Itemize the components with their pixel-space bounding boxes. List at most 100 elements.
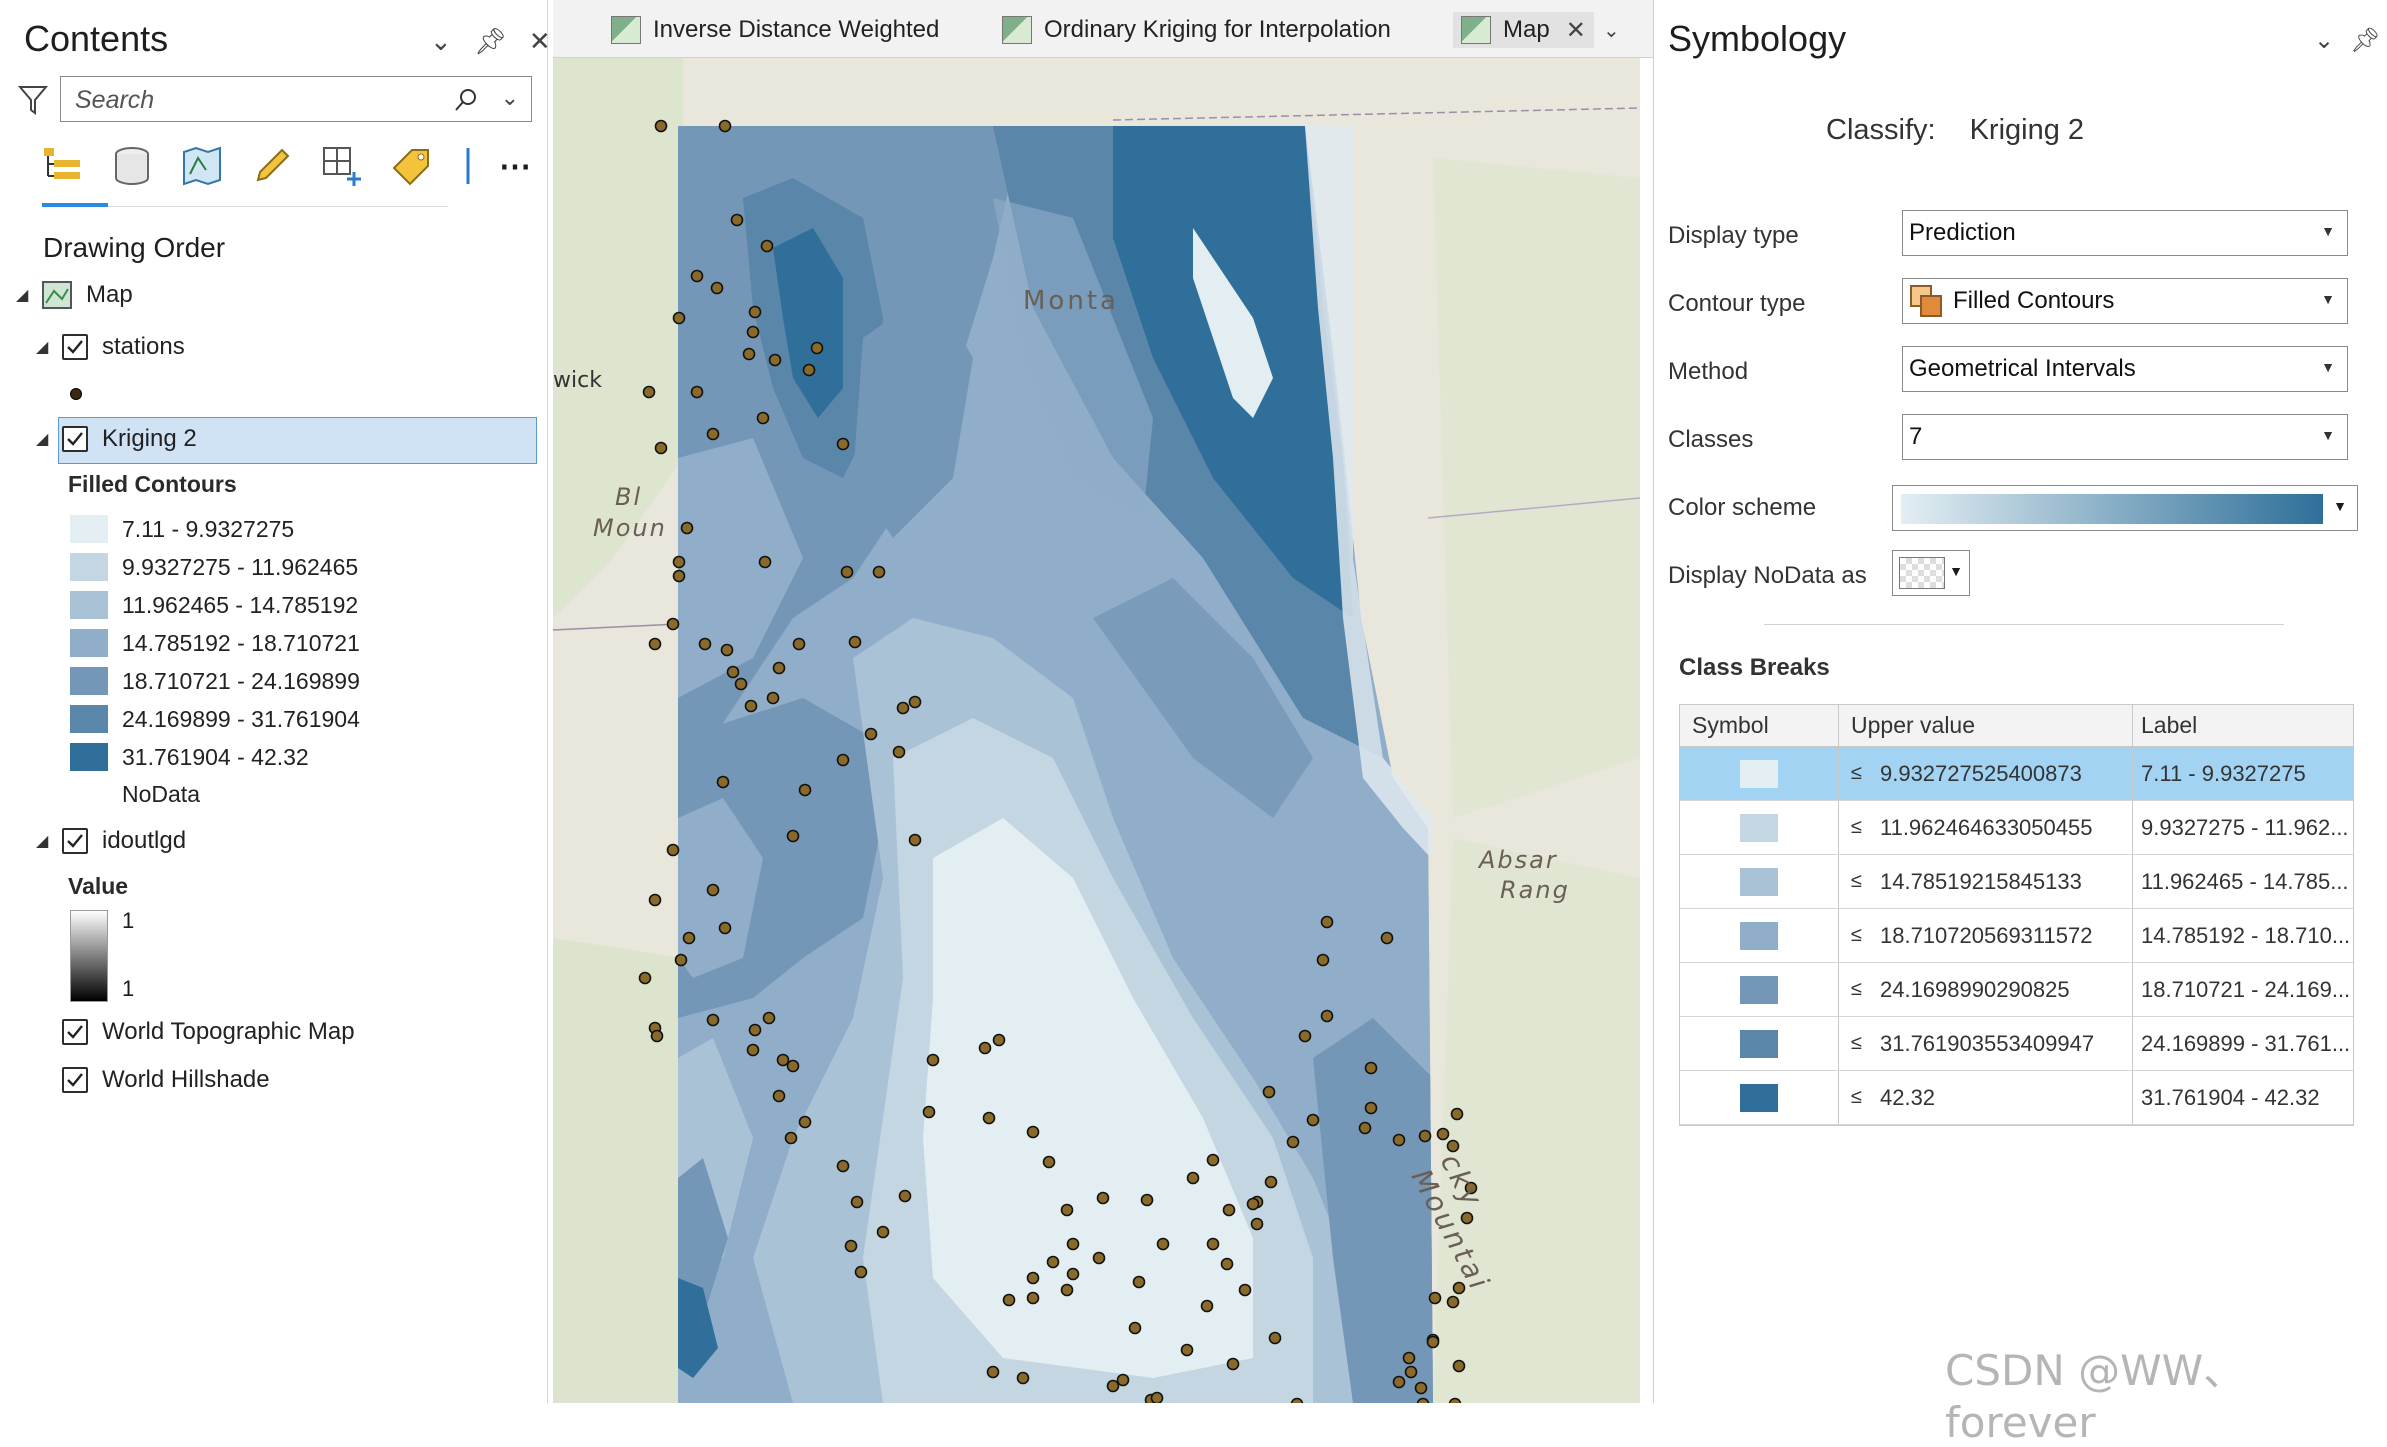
- station-point[interactable]: [756, 411, 770, 425]
- station-point[interactable]: [786, 1059, 800, 1073]
- list-by-selection-icon[interactable]: [180, 144, 224, 188]
- station-point[interactable]: [792, 637, 806, 651]
- station-point[interactable]: [706, 427, 720, 441]
- table-row[interactable]: ≤11.962464633050455 9.9327275 - 11.962...: [1680, 801, 2353, 855]
- station-point[interactable]: [836, 753, 850, 767]
- legend-row[interactable]: 9.9327275 - 11.962465: [70, 553, 358, 581]
- map-view[interactable]: Monta wick Bl Moun Absar Rang cky Mounta…: [553, 58, 1640, 1403]
- legend-row[interactable]: 7.11 - 9.9327275: [70, 515, 294, 543]
- upper-value-cell[interactable]: ≤31.761903553409947: [1839, 1017, 2133, 1070]
- station-point[interactable]: [672, 569, 686, 583]
- station-point[interactable]: [672, 555, 686, 569]
- station-point[interactable]: [1206, 1237, 1220, 1251]
- symbol-cell[interactable]: [1680, 909, 1839, 962]
- pin-icon[interactable]: 📌︎: [2350, 26, 2380, 55]
- station-point[interactable]: [1426, 1335, 1440, 1349]
- legend-row[interactable]: 18.710721 - 24.169899: [70, 667, 360, 695]
- station-point[interactable]: [1306, 1113, 1320, 1127]
- list-by-source-icon[interactable]: [110, 144, 154, 188]
- symbol-cell[interactable]: [1680, 1071, 1839, 1124]
- station-point[interactable]: [1180, 1343, 1194, 1357]
- station-point[interactable]: [876, 1225, 890, 1239]
- station-point[interactable]: [1320, 915, 1334, 929]
- symbol-cell[interactable]: [1680, 747, 1839, 800]
- station-point[interactable]: [1066, 1267, 1080, 1281]
- upper-value-column-header[interactable]: Upper value: [1839, 705, 2133, 746]
- label-cell[interactable]: 9.9327275 - 11.962...: [2133, 801, 2353, 854]
- list-by-snapping-icon[interactable]: [320, 144, 364, 188]
- station-point[interactable]: [648, 893, 662, 907]
- station-point[interactable]: [982, 1111, 996, 1125]
- station-point[interactable]: [718, 119, 732, 133]
- list-by-labeling-icon[interactable]: [390, 144, 434, 188]
- legend-swatch[interactable]: [70, 743, 108, 771]
- station-point[interactable]: [1042, 1155, 1056, 1169]
- tree-item-idoutlgd[interactable]: ◢ idoutlgd: [36, 827, 186, 855]
- station-point[interactable]: [1446, 1295, 1460, 1309]
- kriging-visibility-checkbox[interactable]: [62, 426, 88, 452]
- station-point[interactable]: [762, 1011, 776, 1025]
- station-point[interactable]: [666, 617, 680, 631]
- station-point[interactable]: [1448, 1397, 1462, 1404]
- station-point[interactable]: [698, 637, 712, 651]
- station-point[interactable]: [1096, 1191, 1110, 1205]
- stations-visibility-checkbox[interactable]: [62, 334, 88, 360]
- station-point[interactable]: [836, 437, 850, 451]
- symbol-cell[interactable]: [1680, 801, 1839, 854]
- upper-value-cell[interactable]: ≤42.32: [1839, 1071, 2133, 1124]
- station-point[interactable]: [1060, 1283, 1074, 1297]
- station-point[interactable]: [720, 643, 734, 657]
- legend-row[interactable]: 11.962465 - 14.785192: [70, 591, 358, 619]
- station-point[interactable]: [648, 637, 662, 651]
- station-point[interactable]: [844, 1239, 858, 1253]
- idoutlgd-visibility-checkbox[interactable]: [62, 828, 88, 854]
- legend-swatch[interactable]: [70, 591, 108, 619]
- station-point[interactable]: [784, 1131, 798, 1145]
- station-point[interactable]: [992, 1033, 1006, 1047]
- label-cell[interactable]: 31.761904 - 42.32: [2133, 1071, 2353, 1124]
- station-point[interactable]: [1150, 1391, 1164, 1404]
- station-point[interactable]: [690, 385, 704, 399]
- station-point[interactable]: [1320, 1009, 1334, 1023]
- upper-value-cell[interactable]: ≤18.710720569311572: [1839, 909, 2133, 962]
- station-point[interactable]: [1428, 1291, 1442, 1305]
- station-point[interactable]: [748, 305, 762, 319]
- station-point[interactable]: [892, 745, 906, 759]
- station-point[interactable]: [690, 269, 704, 283]
- station-point[interactable]: [1092, 1251, 1106, 1265]
- station-point[interactable]: [1364, 1061, 1378, 1075]
- station-point[interactable]: [1140, 1193, 1154, 1207]
- station-point[interactable]: [1262, 1085, 1276, 1099]
- collapse-triangle-icon[interactable]: ◢: [16, 285, 42, 305]
- table-row[interactable]: ≤14.78519215845133 11.962465 - 14.785...: [1680, 855, 2353, 909]
- station-point[interactable]: [718, 921, 732, 935]
- station-point[interactable]: [854, 1265, 868, 1279]
- station-point[interactable]: [726, 665, 740, 679]
- upper-value-cell[interactable]: ≤9.932727525400873: [1839, 747, 2133, 800]
- legend-row[interactable]: 24.169899 - 31.761904: [70, 705, 360, 733]
- station-point[interactable]: [1156, 1237, 1170, 1251]
- station-point[interactable]: [810, 341, 824, 355]
- label-cell[interactable]: 18.710721 - 24.169...: [2133, 963, 2353, 1016]
- station-point[interactable]: [642, 385, 656, 399]
- chevron-down-icon[interactable]: ⌄: [2314, 26, 2334, 55]
- upper-value-cell[interactable]: ≤14.78519215845133: [1839, 855, 2133, 908]
- station-point[interactable]: [1268, 1331, 1282, 1345]
- class-symbol-swatch[interactable]: [1740, 1029, 1778, 1058]
- station-point[interactable]: [1106, 1379, 1120, 1393]
- station-point[interactable]: [840, 565, 854, 579]
- symbol-column-header[interactable]: Symbol: [1680, 705, 1839, 746]
- station-point[interactable]: [654, 441, 668, 455]
- station-point[interactable]: [1392, 1133, 1406, 1147]
- station-point[interactable]: [746, 325, 760, 339]
- tree-item-map[interactable]: ◢ Map: [16, 281, 133, 309]
- tab-ordinary-kriging[interactable]: Ordinary Kriging for Interpolation: [1002, 12, 1391, 48]
- nodata-color-dropdown[interactable]: ▼: [1892, 550, 1970, 596]
- legend-row[interactable]: 14.785192 - 18.710721: [70, 629, 360, 657]
- method-dropdown[interactable]: Geometrical Intervals ▼: [1902, 346, 2348, 392]
- color-scheme-dropdown[interactable]: ▼: [1892, 485, 2358, 531]
- station-point[interactable]: [1026, 1271, 1040, 1285]
- contour-type-dropdown[interactable]: Filled Contours ▼: [1902, 278, 2348, 324]
- search-input[interactable]: Search ⌄: [60, 76, 532, 122]
- legend-swatch[interactable]: [70, 667, 108, 695]
